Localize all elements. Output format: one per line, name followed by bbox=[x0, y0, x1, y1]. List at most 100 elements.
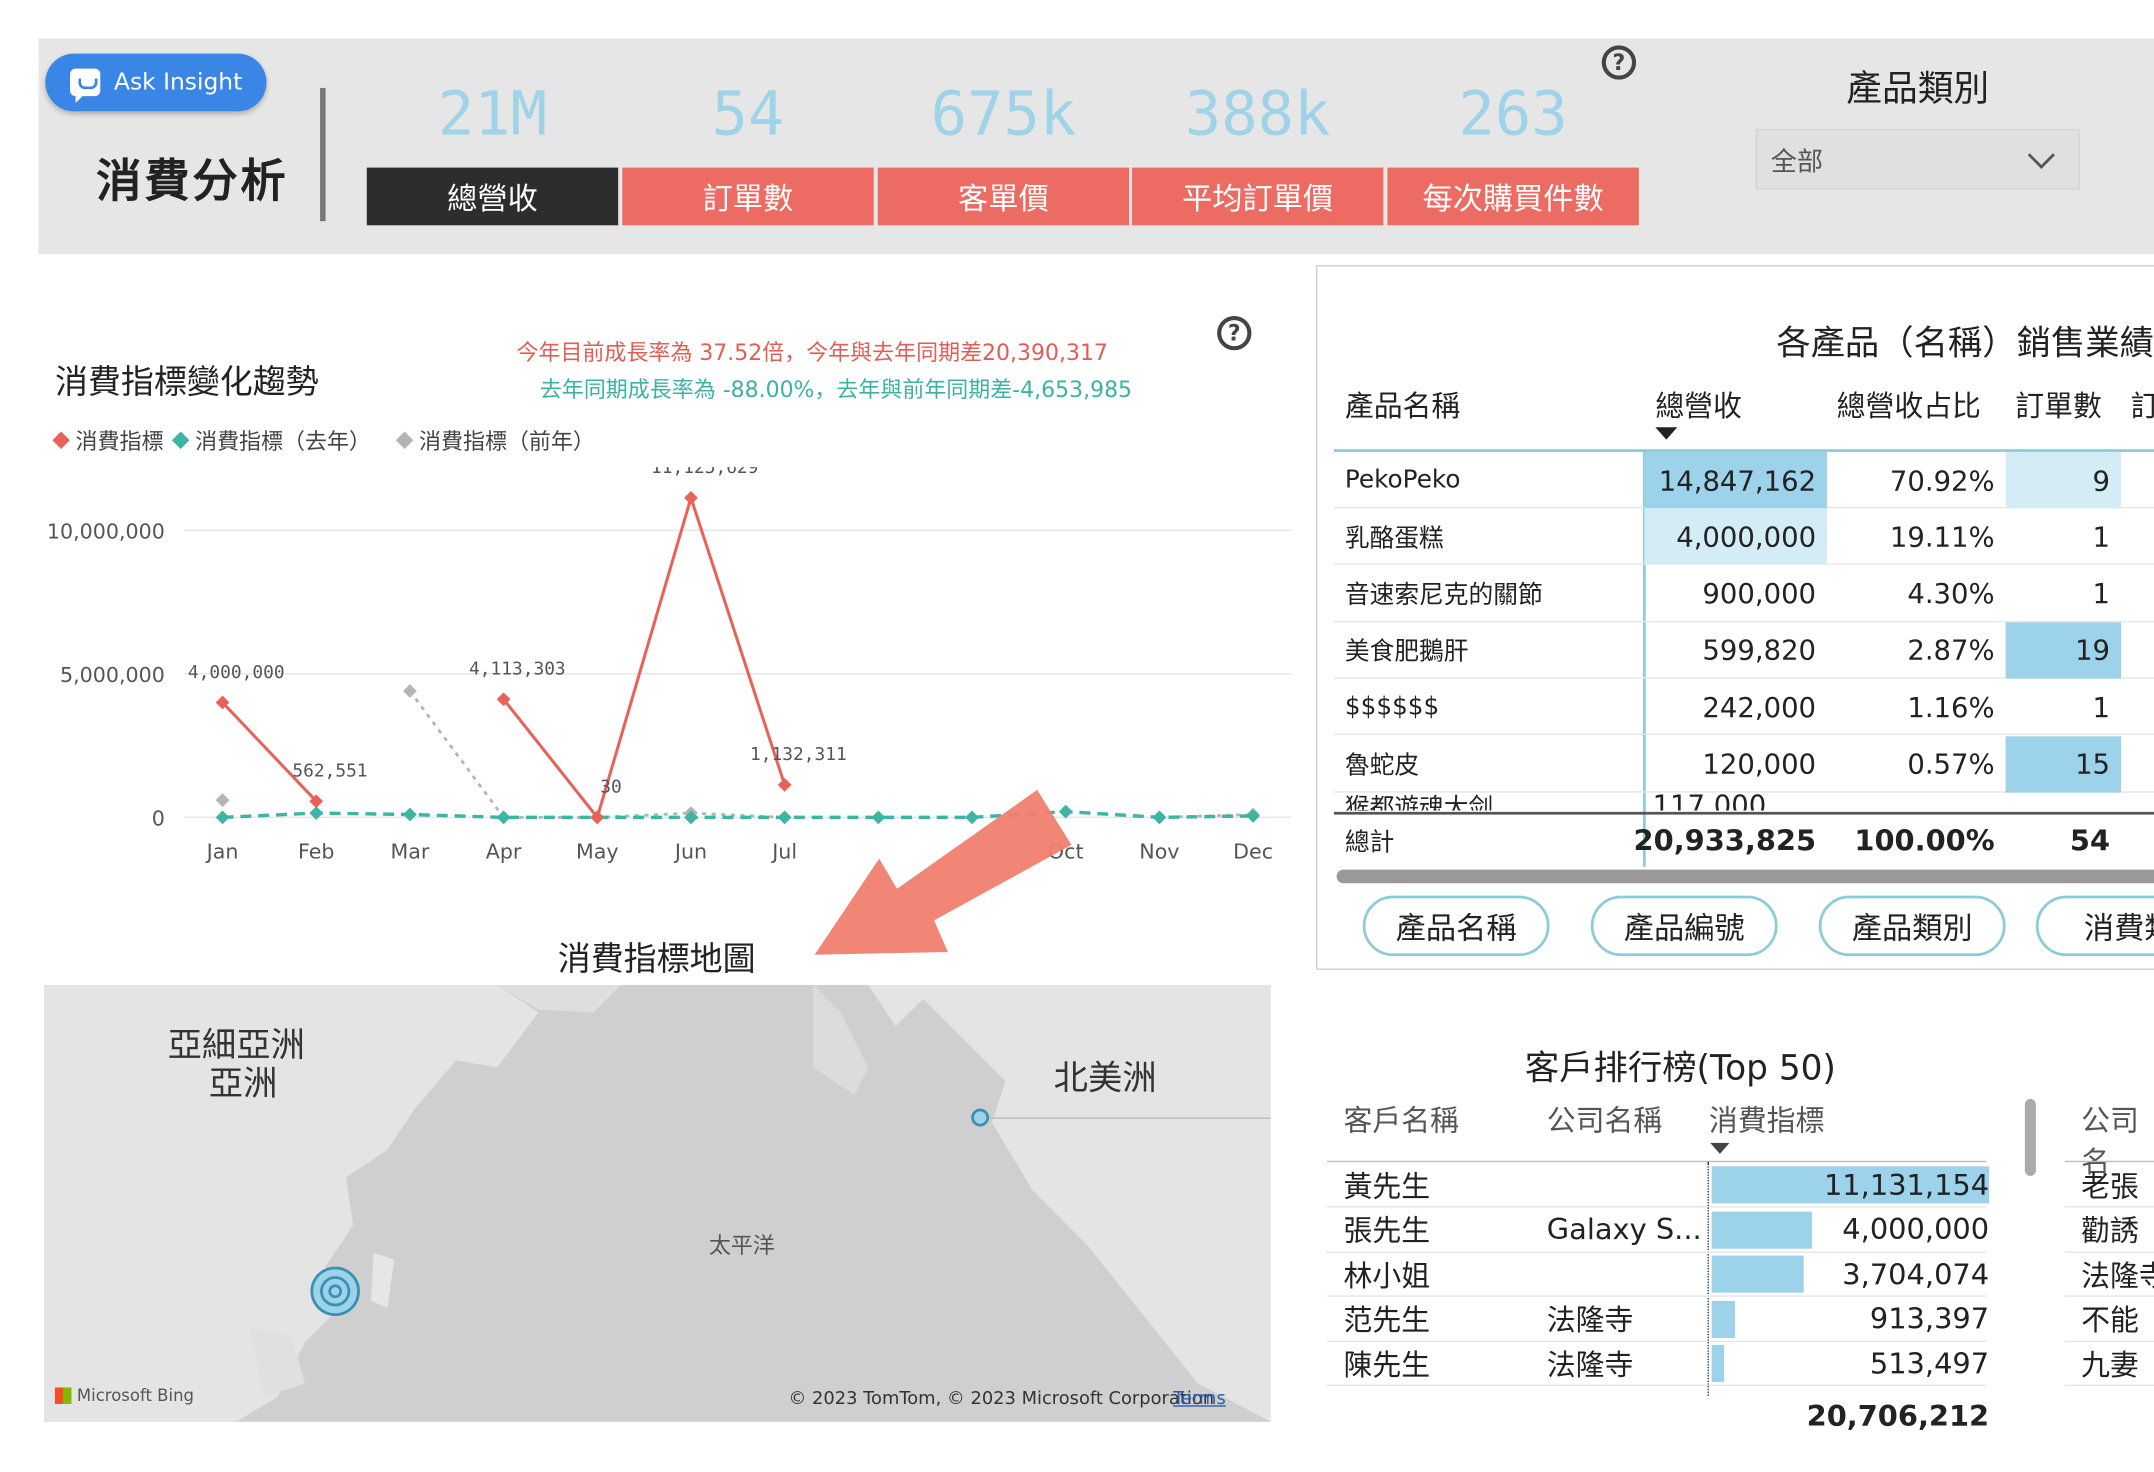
product-name-cell: 美食肥鵝肝 bbox=[1344, 637, 1469, 667]
table-row[interactable]: 法隆寺 bbox=[2064, 1252, 2154, 1298]
x-tick-label: Jan bbox=[205, 840, 239, 864]
map-bubble-ring bbox=[328, 1284, 343, 1299]
metric-value-cell: 4,000,000 bbox=[1842, 1213, 1990, 1247]
table-row[interactable]: $$$$$$ 242,000 1.16% 1 bbox=[1333, 679, 2154, 736]
bing-logo: Microsoft Bing bbox=[54, 1386, 194, 1405]
table-row[interactable]: 音速索尼克的關節 900,000 4.30% 1 bbox=[1333, 565, 2154, 622]
table-row[interactable]: 黃先生 11,131,154 bbox=[1327, 1162, 1990, 1208]
table-row[interactable]: 范先生 法隆寺 913,397 bbox=[1327, 1297, 1990, 1342]
orders-cell: 9 bbox=[2005, 451, 2122, 509]
table-row[interactable]: 老張 bbox=[2064, 1162, 2154, 1208]
col-header-revenue-share[interactable]: 總營收占比 bbox=[1837, 385, 1981, 426]
x-tick-label: Mar bbox=[390, 840, 429, 864]
trend-chart-title: 消費指標變化趨勢 bbox=[54, 362, 319, 402]
table-row[interactable]: 九妻 bbox=[2064, 1341, 2154, 1387]
col-header-orders[interactable]: 訂單數 bbox=[2015, 385, 2102, 426]
map-label-asia-sub: 亞洲 bbox=[208, 1063, 278, 1104]
slicer-title: 產品類別 bbox=[1846, 68, 1990, 110]
data-label: 4,000,000 bbox=[188, 662, 285, 683]
metric-value-cell: 913,397 bbox=[1869, 1302, 1990, 1336]
orders-cell: 1 bbox=[2092, 520, 2111, 554]
table-row[interactable]: 乳酪蛋糕 4,000,000 19.11% 1 bbox=[1333, 508, 2154, 566]
help-icon[interactable]: ? bbox=[1217, 315, 1252, 351]
company-name-cell: 法隆寺 bbox=[1546, 1348, 1634, 1382]
growth-note-last-year: 去年同期成長率為 -88.00%，去年與前年同期差-4,653,985 bbox=[539, 376, 1133, 403]
diamond-icon bbox=[395, 430, 414, 449]
company-name-cell: 不能 bbox=[2081, 1304, 2139, 1338]
data-point bbox=[777, 810, 792, 825]
table-row[interactable]: 張先生 Galaxy S... 4,000,000 bbox=[1327, 1207, 1990, 1253]
customer-ranking-title: 客戶排行榜(Top 50) bbox=[1524, 1048, 1836, 1088]
kpi-button[interactable]: 客單價 bbox=[877, 167, 1130, 226]
share-cell: 70.92% bbox=[1889, 463, 1995, 497]
table-row[interactable]: 勸誘 bbox=[2064, 1207, 2154, 1253]
kpi-button[interactable]: 平均訂單價 bbox=[1131, 167, 1384, 226]
col-header-revenue[interactable]: 總營收 bbox=[1655, 385, 1742, 426]
product-name-cell: 音速索尼克的關節 bbox=[1344, 581, 1543, 611]
growth-note-current: 今年目前成長率為 37.52倍，今年與去年同期差20,390,317 bbox=[516, 339, 1108, 366]
field-button-product-id[interactable]: 產品編號 bbox=[1590, 895, 1778, 957]
product-name-cell: 乳酪蛋糕 bbox=[1344, 524, 1444, 554]
category-dropdown[interactable]: 全部 bbox=[1755, 129, 2080, 190]
share-cell: 1.16% bbox=[1907, 690, 1995, 724]
map-bubble[interactable] bbox=[971, 1108, 990, 1127]
field-button-consumption-type[interactable]: 消費類 bbox=[2035, 895, 2154, 957]
customer-name-cell: 張先生 bbox=[1343, 1214, 1431, 1248]
legend-item-prev-year[interactable]: 消費指標（前年） bbox=[395, 423, 595, 456]
col-header-customer-name[interactable]: 客戶名稱 bbox=[1343, 1099, 1458, 1140]
col-header-metric[interactable]: 消費指標 bbox=[1709, 1099, 1824, 1140]
table-row[interactable]: 美食肥鵝肝 599,820 2.87% 19 bbox=[1333, 622, 2154, 679]
metric-value-cell: 11,131,154 bbox=[1823, 1168, 1990, 1202]
help-icon[interactable]: ? bbox=[1601, 45, 1637, 80]
sort-desc-icon[interactable] bbox=[1655, 427, 1678, 440]
x-tick-label: May bbox=[576, 840, 619, 864]
table-row[interactable]: PekoPeko 14,847,162 70.92% 9 bbox=[1333, 451, 2154, 509]
table-row[interactable]: 魯蛇皮 120,000 0.57% 15 bbox=[1333, 735, 2154, 792]
ask-insight-button[interactable]: Ask Insight bbox=[45, 53, 267, 112]
data-label: 1,132,311 bbox=[750, 744, 847, 765]
series-line bbox=[408, 690, 785, 819]
metric-value-cell: 3,704,074 bbox=[1842, 1257, 1990, 1291]
chart-legend: 消費指標 消費指標（去年） 消費指標（前年） bbox=[52, 423, 595, 456]
horizontal-scrollbar[interactable] bbox=[1336, 869, 2154, 884]
table-row[interactable]: 不能 bbox=[2064, 1297, 2154, 1342]
company-name-cell: 勸誘 bbox=[2081, 1214, 2139, 1248]
sort-desc-icon[interactable] bbox=[1710, 1142, 1730, 1154]
terms-link[interactable]: Terms bbox=[1173, 1389, 1226, 1410]
x-tick-label: Feb bbox=[298, 840, 334, 864]
company-name-cell: 老張 bbox=[2081, 1169, 2139, 1203]
kpi-button[interactable]: 訂單數 bbox=[622, 167, 874, 226]
kpi-value: 54 bbox=[711, 79, 785, 150]
revenue-cell: 14,847,162 bbox=[1644, 451, 1828, 509]
kpi-button[interactable]: 每次購買件數 bbox=[1387, 167, 1639, 226]
legend-item-last-year[interactable]: 消費指標（去年） bbox=[171, 423, 371, 456]
company-name-cell: Galaxy S... bbox=[1546, 1213, 1702, 1247]
revenue-cell: 599,820 bbox=[1702, 633, 1817, 667]
revenue-cell: 242,000 bbox=[1702, 690, 1817, 724]
map-visual[interactable]: 亞細亞洲 亞洲 北美洲 太平洋 Microsoft Bing © 2023 To… bbox=[43, 984, 1271, 1422]
table-row[interactable]: 陳先生 法隆寺 513,497 bbox=[1327, 1341, 1989, 1387]
col-header-product-name[interactable]: 產品名稱 bbox=[1345, 385, 1460, 426]
product-table-title: 各產品（名稱）銷售業績 bbox=[1776, 322, 2154, 363]
revenue-cell: 4,000,000 bbox=[1644, 508, 1828, 566]
company-name-cell: 九妻 bbox=[2081, 1348, 2139, 1382]
product-name-cell: 魯蛇皮 bbox=[1344, 751, 1420, 781]
kpi-value: 388k bbox=[1184, 79, 1331, 150]
kpi-button[interactable]: 總營收 bbox=[366, 167, 619, 226]
map-title: 消費指標地圖 bbox=[557, 939, 756, 979]
chat-bubble-icon bbox=[70, 68, 101, 104]
data-point bbox=[1152, 810, 1167, 825]
total-orders: 54 bbox=[2069, 824, 2111, 858]
ask-insight-label: Ask Insight bbox=[114, 68, 243, 97]
col-header-truncated[interactable]: 訂 bbox=[2131, 385, 2154, 426]
data-point bbox=[496, 810, 511, 825]
header-divider bbox=[320, 87, 326, 222]
legend-item-current[interactable]: 消費指標 bbox=[52, 423, 163, 456]
table-row[interactable]: 林小姐 3,704,074 bbox=[1327, 1252, 1990, 1298]
y-tick-label: 5,000,000 bbox=[60, 663, 165, 687]
x-tick-label: Nov bbox=[1139, 840, 1179, 864]
col-header-company-name[interactable]: 公司名稱 bbox=[1547, 1099, 1662, 1140]
vertical-scrollbar[interactable] bbox=[2024, 1098, 2036, 1176]
field-button-product-name[interactable]: 產品名稱 bbox=[1362, 895, 1550, 957]
field-button-product-category[interactable]: 產品類別 bbox=[1818, 895, 2006, 957]
